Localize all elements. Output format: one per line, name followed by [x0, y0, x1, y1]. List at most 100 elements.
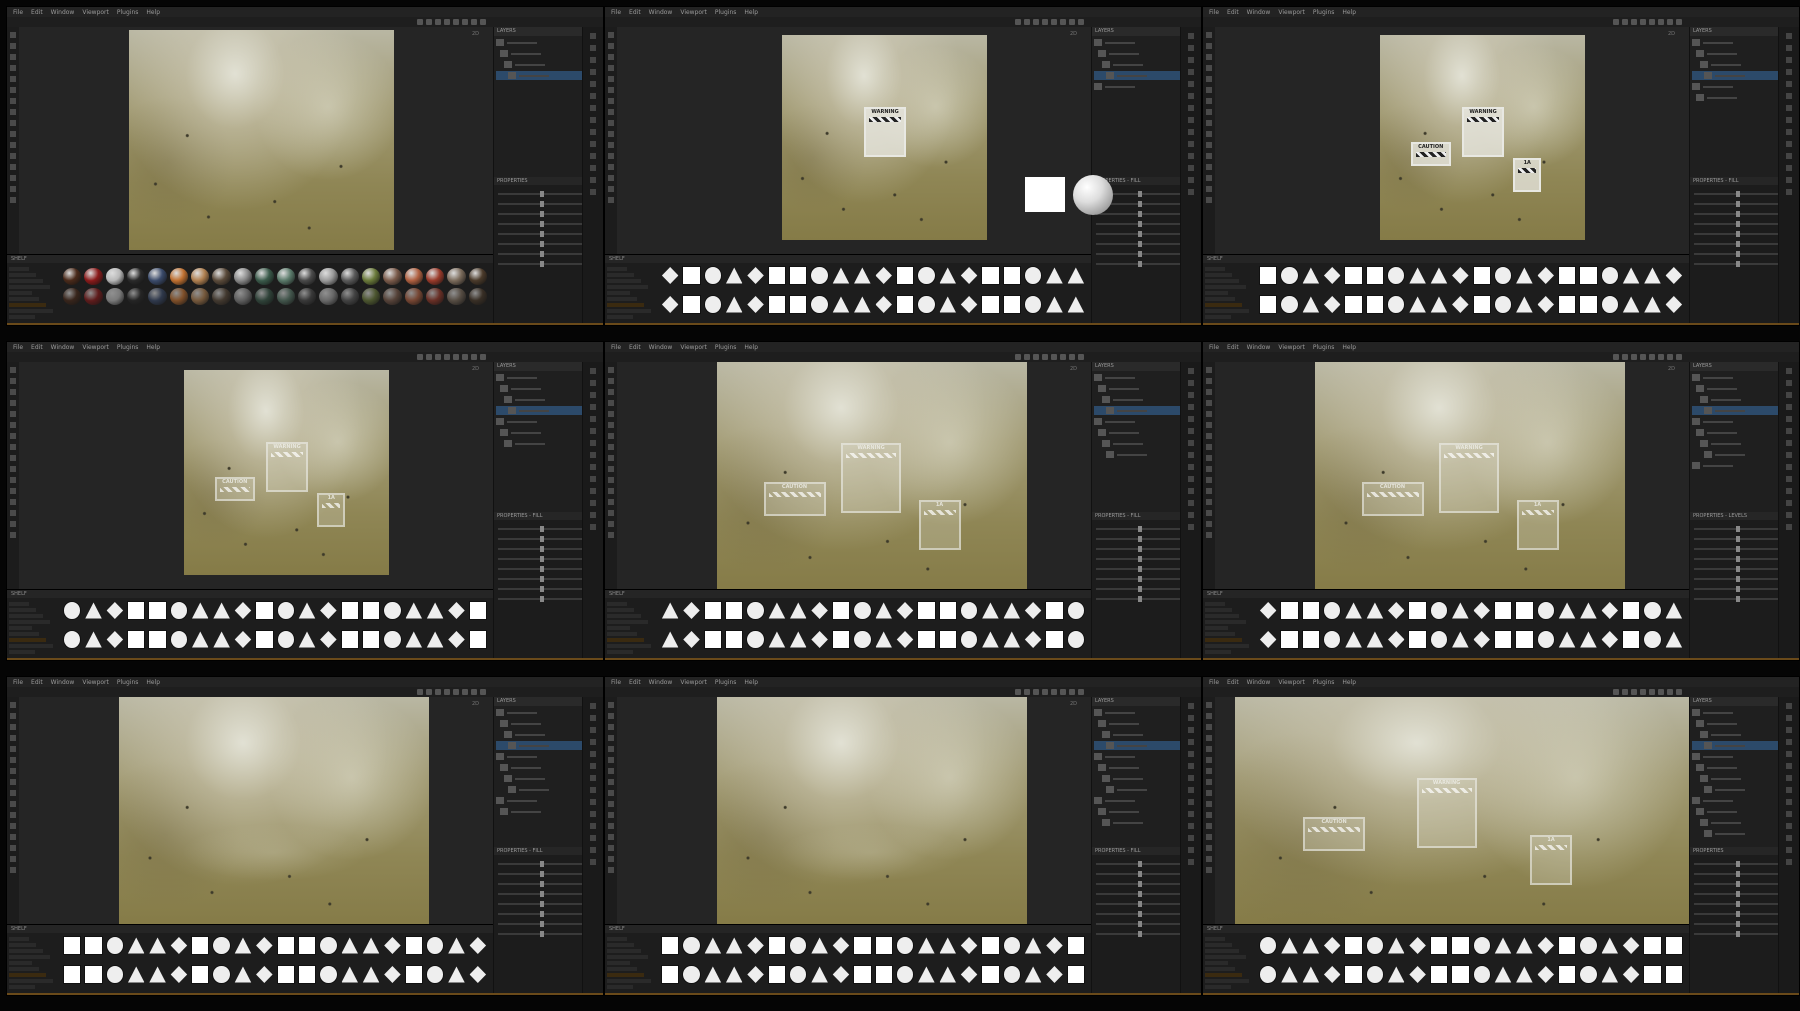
toolbar-button[interactable]	[1658, 19, 1664, 25]
tool-icon[interactable]	[10, 131, 16, 137]
panel-toggle-icon[interactable]	[1786, 512, 1792, 518]
property-slider[interactable]	[1096, 536, 1180, 542]
shelf-category[interactable]	[9, 937, 29, 941]
property-slider[interactable]	[1694, 861, 1778, 867]
shelf-category[interactable]	[1205, 267, 1225, 271]
toolbar-button[interactable]	[1015, 19, 1021, 25]
shelf-category[interactable]	[607, 638, 644, 642]
layer-row[interactable]	[1094, 71, 1182, 80]
decal-thumbnail[interactable]	[1066, 601, 1085, 620]
layer-row[interactable]	[496, 417, 584, 426]
tool-icon[interactable]	[608, 142, 614, 148]
decal-thumbnail[interactable]	[704, 966, 722, 983]
decal-thumbnail[interactable]	[1473, 630, 1490, 649]
tool-icon[interactable]	[10, 153, 16, 159]
decal-thumbnail[interactable]	[960, 936, 978, 955]
decal-thumbnail[interactable]	[747, 965, 764, 984]
decal-thumbnail[interactable]	[1302, 296, 1320, 313]
material-thumbnail[interactable]	[468, 268, 487, 285]
tool-icon[interactable]	[608, 845, 614, 851]
property-slider[interactable]	[1096, 566, 1180, 572]
decal-thumbnail[interactable]	[1323, 601, 1342, 620]
decal-thumbnail[interactable]	[1259, 630, 1277, 649]
toolbar-button[interactable]	[435, 689, 441, 695]
decal-thumbnail[interactable]	[746, 601, 765, 620]
layer-row[interactable]	[1094, 763, 1182, 772]
tool-icon[interactable]	[10, 702, 16, 708]
decal-thumbnail[interactable]	[918, 937, 935, 954]
menu-item[interactable]: Viewport	[680, 344, 707, 351]
layer-row[interactable]	[1692, 439, 1780, 448]
texture-canvas[interactable]	[717, 697, 1027, 925]
decal-thumbnail[interactable]	[1323, 965, 1341, 984]
panel-toggle-icon[interactable]	[1188, 524, 1194, 530]
decal-thumbnail[interactable]	[789, 266, 808, 285]
decal-thumbnail[interactable]	[810, 295, 829, 314]
decal-thumbnail[interactable]	[747, 295, 764, 314]
tool-icon[interactable]	[608, 43, 614, 49]
panel-toggle-icon[interactable]	[1786, 189, 1792, 195]
property-slider[interactable]	[1694, 261, 1778, 267]
tool-icon[interactable]	[608, 164, 614, 170]
tool-icon[interactable]	[10, 779, 16, 785]
tool-icon[interactable]	[608, 32, 614, 38]
material-thumbnail[interactable]	[468, 288, 487, 305]
decal-thumbnail[interactable]	[982, 602, 999, 619]
panel-toggle-icon[interactable]	[1786, 93, 1792, 99]
toolbar-button[interactable]	[1078, 689, 1084, 695]
decal-thumbnail[interactable]	[938, 601, 957, 620]
tool-icon[interactable]	[608, 867, 614, 873]
decal-thumbnail[interactable]	[1493, 601, 1513, 620]
decal-thumbnail[interactable]	[811, 966, 828, 983]
menu-item[interactable]: Viewport	[680, 9, 707, 16]
decal-thumbnail[interactable]	[1472, 266, 1491, 285]
menu-item[interactable]: Plugins	[1313, 344, 1335, 351]
panel-toggle-icon[interactable]	[1188, 859, 1194, 865]
layer-row[interactable]	[1692, 82, 1780, 91]
decal-thumbnail[interactable]	[811, 630, 828, 649]
panel-toggle-icon[interactable]	[1188, 105, 1194, 111]
decal-thumbnail[interactable]	[63, 936, 82, 955]
decal-thumbnail[interactable]	[725, 601, 744, 620]
decal-thumbnail[interactable]	[789, 295, 808, 314]
decal-thumbnail[interactable]	[298, 631, 316, 648]
layer-row[interactable]	[496, 428, 584, 437]
layer-row[interactable]	[496, 49, 584, 58]
decal-thumbnail[interactable]	[1665, 602, 1683, 619]
panel-toggle-icon[interactable]	[1188, 153, 1194, 159]
panel-toggle-icon[interactable]	[590, 476, 596, 482]
decal-thumbnail[interactable]	[1003, 631, 1021, 648]
decal-thumbnail[interactable]	[981, 266, 1000, 285]
panel-toggle-icon[interactable]	[590, 703, 596, 709]
decal-thumbnail[interactable]	[1024, 630, 1042, 649]
panel-toggle-icon[interactable]	[1786, 165, 1792, 171]
decal-thumbnail[interactable]	[1665, 295, 1683, 314]
toolbar-button[interactable]	[417, 689, 423, 695]
tool-icon[interactable]	[10, 98, 16, 104]
decal-thumbnail[interactable]	[1302, 267, 1320, 284]
menu-item[interactable]: Viewport	[680, 679, 707, 686]
layer-row[interactable]	[1692, 752, 1780, 761]
decal-thumbnail[interactable]	[896, 601, 914, 620]
material-thumbnail[interactable]	[233, 288, 253, 305]
layer-row[interactable]	[496, 38, 584, 47]
decal-thumbnail[interactable]	[1323, 295, 1341, 314]
decal-thumbnail[interactable]	[1644, 267, 1661, 284]
tool-icon[interactable]	[1206, 164, 1212, 170]
decal-thumbnail[interactable]	[256, 936, 273, 955]
tool-icon[interactable]	[10, 845, 16, 851]
tool-icon[interactable]	[1206, 186, 1212, 192]
layer-row[interactable]	[1692, 38, 1780, 47]
warning-sign-decal[interactable]: WARNING	[1439, 442, 1499, 513]
menu-item[interactable]: Viewport	[1278, 344, 1305, 351]
tool-icon[interactable]	[10, 488, 16, 494]
panel-toggle-icon[interactable]	[1786, 739, 1792, 745]
decal-thumbnail[interactable]	[1259, 965, 1278, 984]
property-slider[interactable]	[1694, 881, 1778, 887]
decal-thumbnail[interactable]	[917, 601, 936, 620]
panel-toggle-icon[interactable]	[590, 69, 596, 75]
panel-toggle-icon[interactable]	[1786, 464, 1792, 470]
decal-thumbnail[interactable]	[276, 630, 295, 649]
layer-row[interactable]	[1094, 406, 1182, 415]
decal-thumbnail[interactable]	[1388, 601, 1405, 620]
